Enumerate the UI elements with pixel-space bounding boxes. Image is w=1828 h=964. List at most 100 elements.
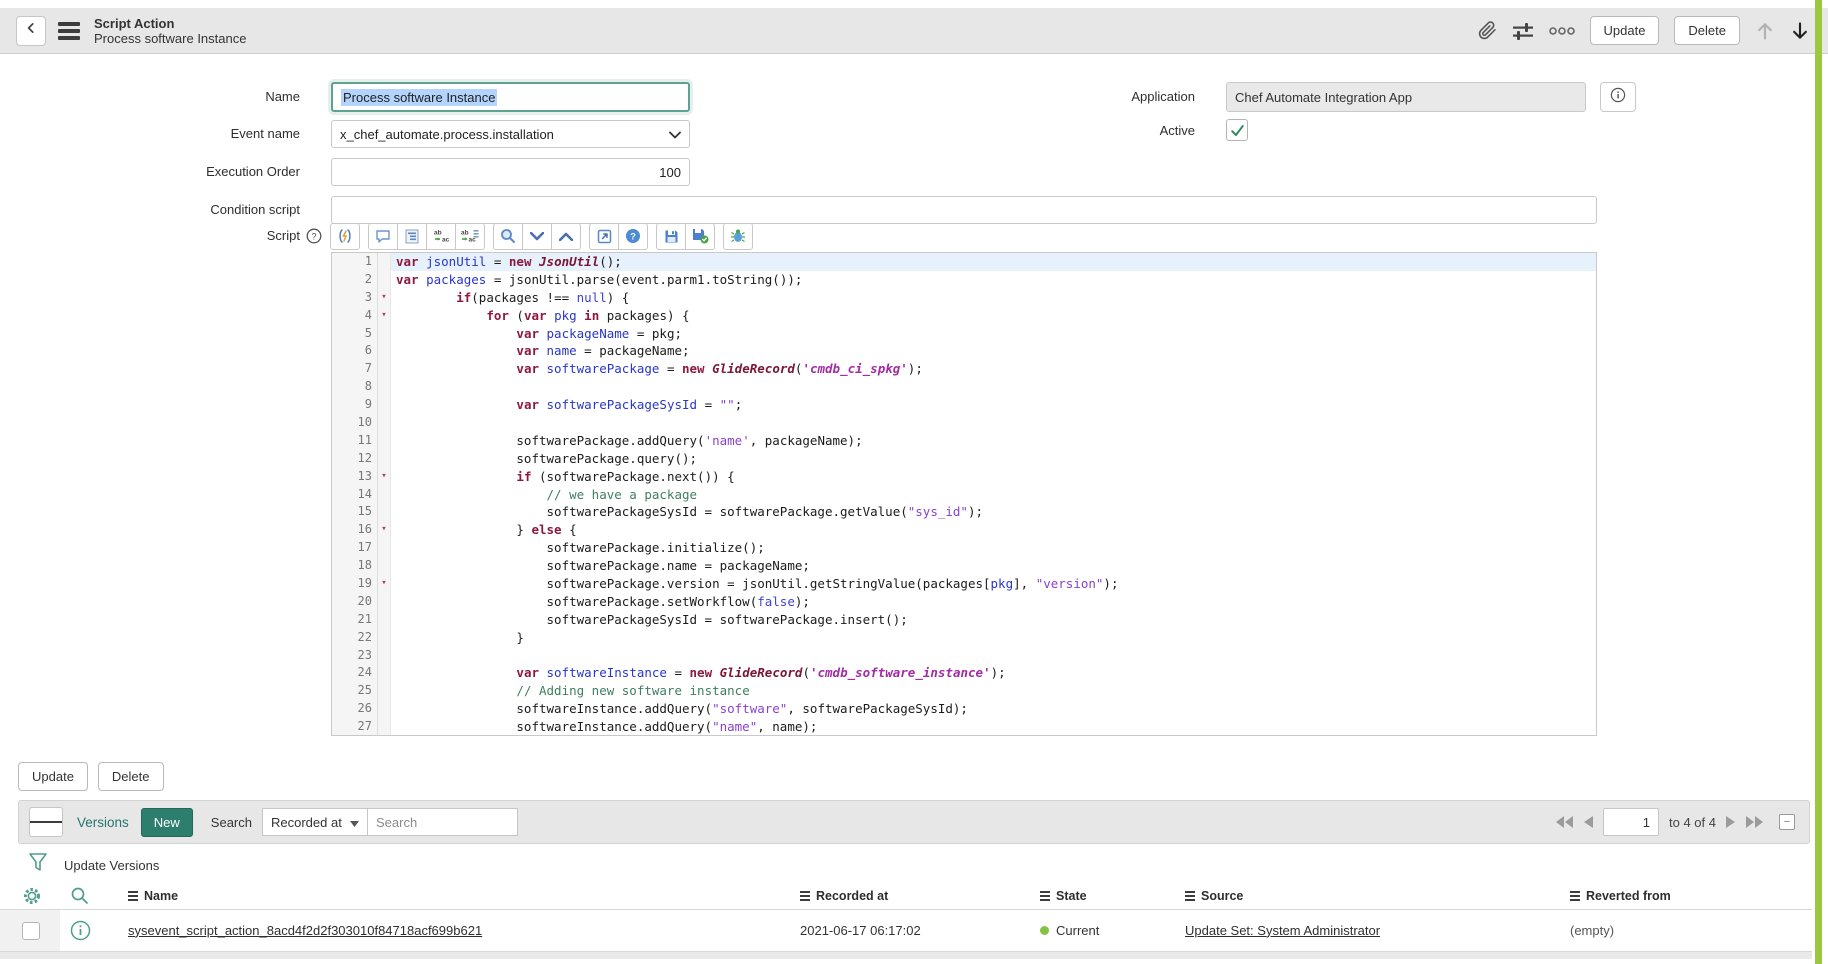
current-page-input[interactable] [1603, 808, 1659, 836]
code-line[interactable]: 12 softwarePackage.query(); [332, 450, 1596, 468]
form-header-bar: Script Action Process software Instance [0, 8, 1828, 54]
code-line[interactable]: 19▾ softwarePackage.version = jsonUtil.g… [332, 575, 1596, 593]
more-options-icon[interactable] [1549, 27, 1575, 35]
code-line[interactable]: 15 softwarePackageSysId = softwarePackag… [332, 503, 1596, 521]
code-line[interactable]: 5 var packageName = pkg; [332, 325, 1596, 343]
code-line[interactable]: 25 // Adding new software instance [332, 682, 1596, 700]
column-header-state[interactable]: State [1040, 889, 1185, 903]
code-line[interactable]: 26 softwareInstance.addQuery("software",… [332, 700, 1596, 718]
debug-icon[interactable] [723, 223, 753, 250]
replace-icon[interactable]: abac [426, 223, 456, 250]
script-code-editor[interactable]: 1var jsonUtil = new JsonUtil();2var pack… [331, 252, 1597, 736]
previous-page-icon[interactable] [1584, 816, 1593, 828]
fold-marker-icon [378, 647, 391, 665]
search-icon[interactable] [493, 223, 523, 250]
condition-script-input[interactable] [331, 196, 1597, 224]
code-line[interactable]: 16▾ } else { [332, 521, 1596, 539]
code-line[interactable]: 6 var name = packageName; [332, 342, 1596, 360]
scroll-up-icon[interactable] [1755, 21, 1775, 41]
last-page-icon[interactable] [1745, 816, 1763, 828]
fold-marker-icon[interactable]: ▾ [378, 289, 391, 307]
versions-new-button[interactable]: New [141, 808, 193, 837]
execution-order-input[interactable]: 100 [331, 158, 690, 186]
code-line[interactable]: 22 } [332, 629, 1596, 647]
find-previous-icon[interactable] [522, 223, 552, 250]
scroll-down-icon[interactable] [1790, 21, 1810, 41]
column-menu-icon [800, 891, 810, 901]
first-page-icon[interactable] [1556, 816, 1574, 828]
code-line[interactable]: 8 [332, 378, 1596, 396]
code-text: softwarePackage.initialize(); [391, 539, 1596, 557]
code-line[interactable]: 21 softwarePackageSysId = softwarePackag… [332, 611, 1596, 629]
toggle-comment-icon[interactable] [368, 223, 398, 250]
back-button[interactable] [16, 16, 46, 46]
version-source-link[interactable]: Update Set: System Administrator [1185, 923, 1380, 938]
code-line[interactable]: 27 softwareInstance.addQuery("name", nam… [332, 718, 1596, 736]
versions-search-input[interactable] [368, 808, 518, 836]
version-name-link[interactable]: sysevent_script_action_8acd4f2d2f303010f… [128, 923, 482, 938]
context-menu-icon[interactable] [58, 22, 80, 40]
list-gear-icon[interactable] [22, 886, 42, 906]
fold-marker-icon [378, 271, 391, 289]
code-line[interactable]: 11 softwarePackage.addQuery('name', pack… [332, 432, 1596, 450]
filter-funnel-icon[interactable] [28, 852, 48, 879]
code-line[interactable]: 2var packages = jsonUtil.parse(event.par… [332, 271, 1596, 289]
editor-help-icon[interactable]: ? [618, 223, 648, 250]
versions-list-menu-button[interactable] [29, 807, 63, 837]
code-line[interactable]: 7 var softwarePackage = new GlideRecord(… [332, 360, 1596, 378]
code-line[interactable]: 10 [332, 414, 1596, 432]
update-button-header[interactable]: Update [1590, 16, 1660, 45]
breadcrumb-all-link[interactable]: Update Versions [64, 858, 159, 873]
script-syntax-icon[interactable] [330, 223, 360, 250]
code-line[interactable]: 4▾ for (var pkg in packages) { [332, 307, 1596, 325]
find-next-icon[interactable] [551, 223, 581, 250]
update-button-footer[interactable]: Update [18, 762, 88, 791]
version-reverted-from: (empty) [1570, 923, 1614, 938]
delete-button-header[interactable]: Delete [1674, 16, 1740, 45]
code-text: var softwarePackage = new GlideRecord('c… [391, 360, 1596, 378]
save-check-icon[interactable] [685, 223, 715, 250]
script-help-icon[interactable]: ? [306, 228, 322, 244]
name-input[interactable]: Process software Instance [331, 82, 690, 112]
delete-button-footer[interactable]: Delete [98, 762, 164, 791]
code-line[interactable]: 23 [332, 647, 1596, 665]
column-header-name[interactable]: Name [128, 889, 800, 903]
versions-search-label: Search [211, 815, 252, 830]
code-text: softwareInstance.addQuery("name", name); [391, 718, 1596, 736]
code-line[interactable]: 3▾ if(packages !== null) { [332, 289, 1596, 307]
application-info-button[interactable] [1600, 82, 1636, 112]
code-line[interactable]: 14 // we have a package [332, 486, 1596, 504]
event-name-label: Event name [0, 120, 300, 148]
list-search-icon[interactable] [70, 886, 89, 905]
row-checkbox[interactable] [22, 922, 40, 940]
fold-marker-icon[interactable]: ▾ [378, 575, 391, 593]
attachment-icon[interactable] [1478, 21, 1497, 40]
record-preview-info-icon[interactable] [70, 920, 91, 941]
open-in-window-icon[interactable] [589, 223, 619, 250]
personalize-form-icon[interactable] [1512, 21, 1534, 41]
event-name-select[interactable]: x_chef_automate.process.installation [331, 120, 690, 148]
active-checkbox[interactable] [1226, 119, 1248, 141]
column-header-source[interactable]: Source [1185, 889, 1570, 903]
replace-all-icon[interactable]: abac [455, 223, 485, 250]
line-number: 3 [332, 289, 378, 307]
next-page-icon[interactable] [1726, 816, 1735, 828]
collapse-list-icon[interactable]: − [1779, 814, 1795, 830]
code-line[interactable]: 18 softwarePackage.name = packageName; [332, 557, 1596, 575]
code-line[interactable]: 9 var softwarePackageSysId = ""; [332, 396, 1596, 414]
code-line[interactable]: 13▾ if (softwarePackage.next()) { [332, 468, 1596, 486]
column-header-recorded-at[interactable]: Recorded at [800, 889, 1040, 903]
column-header-reverted-from[interactable]: Reverted from [1570, 889, 1812, 903]
code-line[interactable]: 20 softwarePackage.setWorkflow(false); [332, 593, 1596, 611]
fold-marker-icon[interactable]: ▾ [378, 307, 391, 325]
save-icon[interactable] [656, 223, 686, 250]
line-number: 6 [332, 342, 378, 360]
fold-marker-icon[interactable]: ▾ [378, 468, 391, 486]
versions-search-field-select[interactable]: Recorded at [262, 808, 368, 836]
code-line[interactable]: 1var jsonUtil = new JsonUtil(); [332, 253, 1596, 271]
code-line[interactable]: 24 var softwareInstance = new GlideRecor… [332, 664, 1596, 682]
code-line[interactable]: 17 softwarePackage.initialize(); [332, 539, 1596, 557]
line-number: 4 [332, 307, 378, 325]
format-code-icon[interactable] [397, 223, 427, 250]
fold-marker-icon[interactable]: ▾ [378, 521, 391, 539]
